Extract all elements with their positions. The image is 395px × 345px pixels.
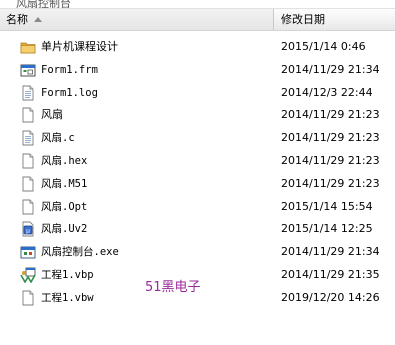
file-row[interactable]: 风扇.M51 2014/11/29 21:23 [0, 173, 395, 196]
file-name: 风扇.M51 [41, 177, 88, 190]
file-date-modified: 2014/11/29 21:23 [281, 176, 380, 190]
blank-file-icon [20, 199, 36, 215]
file-name: 风扇控制台.exe [41, 246, 119, 259]
column-header-date-label: 修改日期 [281, 13, 325, 26]
file-row[interactable]: 风扇.Opt 2015/1/14 15:54 [0, 196, 395, 219]
file-row[interactable]: Form1.frm 2014/11/29 21:34 [0, 59, 395, 82]
address-bar-fragment: 风扇控制台 [0, 0, 395, 9]
file-name: 风扇.hex [41, 154, 88, 167]
text-file-icon [20, 85, 36, 101]
file-date-modified: 2014/11/29 21:34 [281, 62, 380, 76]
file-date-modified: 2014/11/29 21:23 [281, 153, 380, 167]
text-file-icon [20, 130, 36, 146]
breadcrumb: 风扇控制台 [16, 0, 71, 9]
file-row[interactable]: Form1.log 2014/12/3 22:44 [0, 82, 395, 105]
file-row[interactable]: μ 风扇.Uv2 2015/1/14 12:25 [0, 218, 395, 241]
blank-file-icon [20, 107, 36, 123]
file-name: Form1.log [41, 86, 98, 99]
file-name: 风扇.Opt [41, 200, 88, 213]
file-name: 单片机课程设计 [41, 40, 118, 53]
file-date-modified: 2014/11/29 21:34 [281, 245, 380, 259]
file-date-modified: 2015/1/14 0:46 [281, 40, 366, 53]
file-row[interactable]: 风扇控制台.exe 2014/11/29 21:34 [0, 241, 395, 264]
vb-project-icon [20, 267, 36, 284]
file-name: 工程1.vbp [41, 268, 94, 281]
vb-exe-icon [20, 244, 36, 260]
file-row[interactable]: 风扇.hex 2014/11/29 21:23 [0, 150, 395, 173]
file-name: 风扇.Uv2 [41, 223, 88, 236]
file-name: 风扇.c [41, 132, 75, 145]
blank-file-icon [20, 290, 36, 306]
blank-file-icon [20, 176, 36, 192]
file-row[interactable]: 单片机课程设计 2015/1/14 0:46 [0, 36, 395, 59]
file-name: 风扇 [41, 108, 63, 122]
file-date-modified: 2015/1/14 15:54 [281, 199, 373, 213]
column-header-date-modified[interactable]: 修改日期 [275, 9, 395, 30]
file-date-modified: 2015/1/14 12:25 [281, 222, 373, 236]
column-header-row: 名称 修改日期 [0, 9, 395, 31]
sort-ascending-icon [34, 17, 42, 22]
file-date-modified: 2014/11/29 21:35 [281, 267, 380, 281]
uvision-project-icon: μ [20, 221, 36, 237]
column-header-name[interactable]: 名称 [0, 9, 274, 30]
file-list: 单片机课程设计 2015/1/14 0:46 Form1.frm 2014/11/29… [0, 36, 395, 310]
svg-text:μ: μ [26, 228, 30, 235]
file-row[interactable]: 风扇 2014/11/29 21:23 [0, 104, 395, 127]
file-date-modified: 2014/12/3 22:44 [281, 85, 373, 99]
file-date-modified: 2014/11/29 21:23 [281, 108, 380, 122]
folder-icon [20, 39, 36, 55]
blank-file-icon [20, 153, 36, 169]
file-date-modified: 2019/12/20 14:26 [281, 290, 380, 304]
file-name: 工程1.vbw [41, 291, 94, 304]
watermark-text: 51黑电子 [145, 280, 201, 295]
file-name: Form1.frm [41, 63, 98, 76]
file-date-modified: 2014/11/29 21:23 [281, 131, 380, 145]
file-row[interactable]: 风扇.c 2014/11/29 21:23 [0, 127, 395, 150]
vb-form-icon [20, 62, 36, 78]
column-header-name-label: 名称 [6, 13, 28, 26]
